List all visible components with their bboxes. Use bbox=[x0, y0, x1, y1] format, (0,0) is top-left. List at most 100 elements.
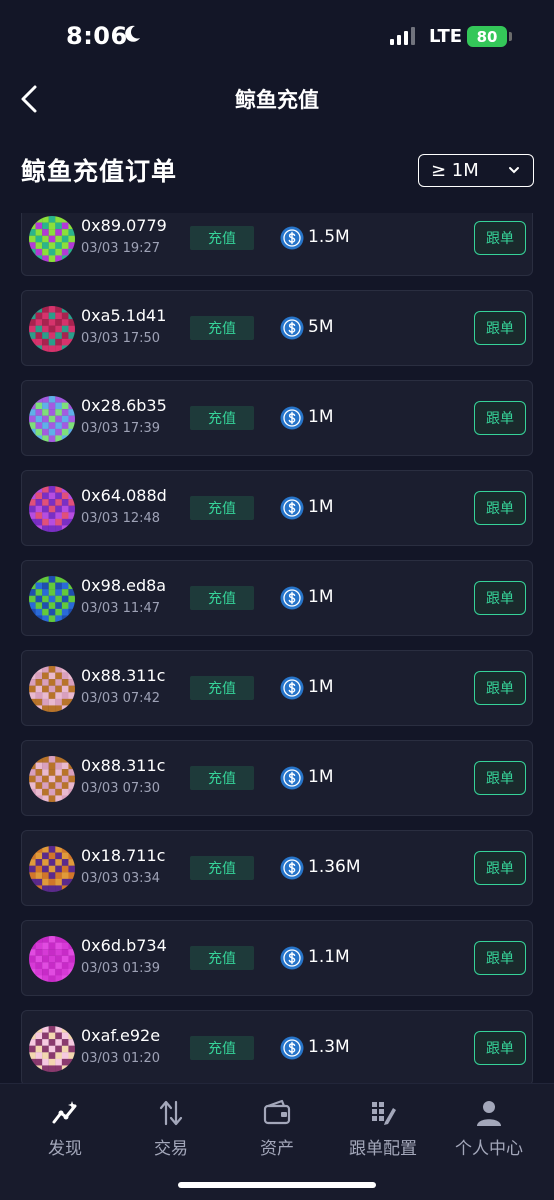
order-card[interactable]: 0x89.0779 03/03 19:27 充值 1.5M 跟单 bbox=[21, 213, 533, 276]
signal-icon bbox=[390, 27, 415, 45]
copy-trade-button[interactable]: 跟单 bbox=[474, 221, 526, 255]
avatar[interactable] bbox=[29, 666, 75, 712]
usdc-coin-icon bbox=[280, 406, 304, 430]
usdc-coin-icon bbox=[280, 226, 304, 250]
order-time: 03/03 07:42 bbox=[81, 691, 161, 706]
discover-icon bbox=[52, 1101, 77, 1124]
battery-icon: 80 bbox=[467, 26, 512, 47]
tab-assets[interactable]: 资产 bbox=[222, 1098, 332, 1159]
order-time: 03/03 01:39 bbox=[81, 961, 161, 976]
grid-edit-icon bbox=[372, 1102, 396, 1125]
wallet-address[interactable]: 0x89.0779 bbox=[81, 216, 167, 235]
wallet-address[interactable]: 0x6d.b734 bbox=[81, 936, 167, 955]
copy-trade-button[interactable]: 跟单 bbox=[474, 581, 526, 615]
deposit-amount: 1M bbox=[308, 677, 334, 697]
network-type: LTE bbox=[429, 26, 463, 47]
order-card[interactable]: 0x28.6b35 03/03 17:39 充值 1M 跟单 bbox=[21, 380, 533, 456]
deposit-amount: 1M bbox=[308, 497, 334, 517]
tab-label: 交易 bbox=[154, 1139, 188, 1159]
deposit-amount: 1M bbox=[308, 767, 334, 787]
order-card[interactable]: 0x6d.b734 03/03 01:39 充值 1.1M 跟单 bbox=[21, 920, 533, 996]
user-icon bbox=[477, 1101, 501, 1126]
tab-trade[interactable]: 交易 bbox=[116, 1098, 226, 1159]
tab-label: 发现 bbox=[48, 1139, 82, 1159]
filter-value: ≥ 1M bbox=[431, 160, 479, 181]
usdc-coin-icon bbox=[280, 316, 304, 340]
deposit-tag: 充值 bbox=[190, 676, 254, 700]
avatar[interactable] bbox=[29, 846, 75, 892]
order-time: 03/03 12:48 bbox=[81, 511, 161, 526]
status-time: 8:06 bbox=[66, 22, 128, 50]
tab-label: 跟单配置 bbox=[349, 1139, 417, 1159]
wallet-icon bbox=[263, 1099, 291, 1125]
wallet-address[interactable]: 0x18.711c bbox=[81, 846, 165, 865]
wallet-address[interactable]: 0x88.311c bbox=[81, 666, 165, 685]
wallet-address[interactable]: 0x98.ed8a bbox=[81, 576, 166, 595]
order-card[interactable]: 0xa5.1d41 03/03 17:50 充值 5M 跟单 bbox=[21, 290, 533, 366]
tab-profile[interactable]: 个人中心 bbox=[434, 1098, 544, 1159]
copy-trade-button[interactable]: 跟单 bbox=[474, 671, 526, 705]
deposit-tag: 充值 bbox=[190, 226, 254, 250]
deposit-tag: 充值 bbox=[190, 406, 254, 430]
copy-trade-button[interactable]: 跟单 bbox=[474, 401, 526, 435]
usdc-coin-icon bbox=[280, 946, 304, 970]
avatar[interactable] bbox=[29, 756, 75, 802]
wallet-address[interactable]: 0x64.088d bbox=[81, 486, 167, 505]
moon-icon bbox=[125, 25, 140, 42]
wallet-address[interactable]: 0x28.6b35 bbox=[81, 396, 167, 415]
avatar[interactable] bbox=[29, 396, 75, 442]
usdc-coin-icon bbox=[280, 676, 304, 700]
avatar[interactable] bbox=[29, 216, 75, 262]
section-title: 鲸鱼充值订单 bbox=[21, 157, 178, 186]
order-time: 03/03 17:39 bbox=[81, 421, 161, 436]
order-card[interactable]: 0x98.ed8a 03/03 11:47 充值 1M 跟单 bbox=[21, 560, 533, 636]
copy-trade-button[interactable]: 跟单 bbox=[474, 1031, 526, 1065]
order-time: 03/03 03:34 bbox=[81, 871, 161, 886]
deposit-amount: 5M bbox=[308, 317, 334, 337]
copy-trade-button[interactable]: 跟单 bbox=[474, 851, 526, 885]
copy-trade-button[interactable]: 跟单 bbox=[474, 761, 526, 795]
order-list[interactable]: 0x89.0779 03/03 19:27 充值 1.5M 跟单 0xa5.1d… bbox=[0, 213, 554, 1083]
deposit-tag: 充值 bbox=[190, 946, 254, 970]
home-indicator bbox=[178, 1182, 376, 1188]
avatar[interactable] bbox=[29, 486, 75, 532]
order-time: 03/03 01:20 bbox=[81, 1051, 161, 1066]
order-card[interactable]: 0x88.311c 03/03 07:30 充值 1M 跟单 bbox=[21, 740, 533, 816]
copy-trade-button[interactable]: 跟单 bbox=[474, 491, 526, 525]
deposit-amount: 1.3M bbox=[308, 1037, 350, 1057]
avatar[interactable] bbox=[29, 306, 75, 352]
copy-trade-button[interactable]: 跟单 bbox=[474, 311, 526, 345]
wallet-address[interactable]: 0xaf.e92e bbox=[81, 1026, 160, 1045]
tab-copy-config[interactable]: 跟单配置 bbox=[328, 1098, 438, 1159]
deposit-amount: 1M bbox=[308, 587, 334, 607]
avatar[interactable] bbox=[29, 576, 75, 622]
deposit-tag: 充值 bbox=[190, 856, 254, 880]
deposit-amount: 1.1M bbox=[308, 947, 350, 967]
avatar[interactable] bbox=[29, 1026, 75, 1072]
order-card[interactable]: 0x88.311c 03/03 07:42 充值 1M 跟单 bbox=[21, 650, 533, 726]
order-time: 03/03 19:27 bbox=[81, 241, 161, 256]
page-title: 鲸鱼充值 bbox=[235, 88, 319, 112]
deposit-tag: 充值 bbox=[190, 586, 254, 610]
order-card[interactable]: 0xaf.e92e 03/03 01:20 充值 1.3M 跟单 bbox=[21, 1010, 533, 1083]
order-card[interactable]: 0x64.088d 03/03 12:48 充值 1M 跟单 bbox=[21, 470, 533, 546]
amount-filter-dropdown[interactable]: ≥ 1M bbox=[418, 154, 534, 187]
usdc-coin-icon bbox=[280, 496, 304, 520]
avatar[interactable] bbox=[29, 936, 75, 982]
chevron-down-icon bbox=[509, 167, 519, 174]
deposit-amount: 1.36M bbox=[308, 857, 361, 877]
wallet-address[interactable]: 0xa5.1d41 bbox=[81, 306, 166, 325]
status-bar: 8:06 LTE 80 bbox=[0, 0, 554, 76]
deposit-tag: 充值 bbox=[190, 316, 254, 340]
order-time: 03/03 17:50 bbox=[81, 331, 161, 346]
usdc-coin-icon bbox=[280, 766, 304, 790]
usdc-coin-icon bbox=[280, 586, 304, 610]
order-time: 03/03 11:47 bbox=[81, 601, 161, 616]
wallet-address[interactable]: 0x88.311c bbox=[81, 756, 165, 775]
deposit-tag: 充值 bbox=[190, 766, 254, 790]
tab-discover[interactable]: 发现 bbox=[10, 1098, 120, 1159]
usdc-coin-icon bbox=[280, 856, 304, 880]
tab-label: 个人中心 bbox=[455, 1139, 523, 1159]
order-card[interactable]: 0x18.711c 03/03 03:34 充值 1.36M 跟单 bbox=[21, 830, 533, 906]
copy-trade-button[interactable]: 跟单 bbox=[474, 941, 526, 975]
